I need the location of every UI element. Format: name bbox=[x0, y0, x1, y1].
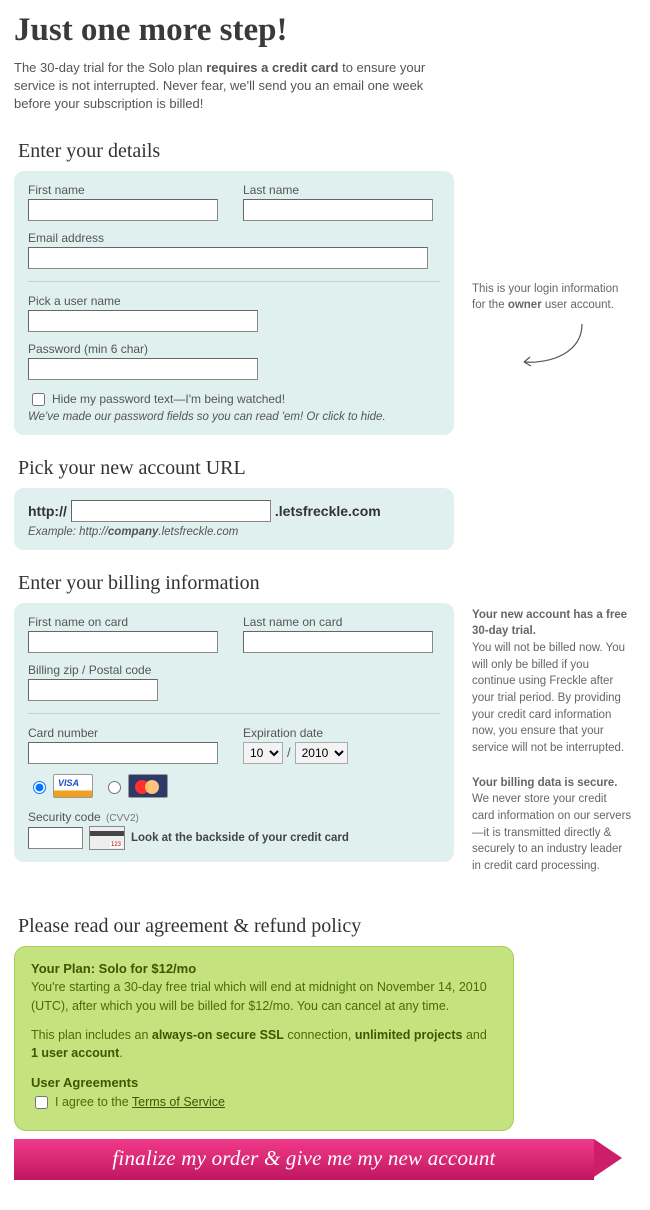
url-panel: http:// .letsfreckle.com Example: http:/… bbox=[14, 488, 454, 550]
divider bbox=[28, 281, 440, 282]
card-number-label: Card number bbox=[28, 726, 225, 740]
last-name-input[interactable] bbox=[243, 199, 433, 221]
expiration-label: Expiration date bbox=[243, 726, 440, 740]
url-suffix: .letsfreckle.com bbox=[275, 503, 381, 519]
divider bbox=[28, 713, 440, 714]
first-name-input[interactable] bbox=[28, 199, 218, 221]
details-sidebar: This is your login information for the o… bbox=[472, 171, 632, 372]
last-name-label: Last name bbox=[243, 183, 440, 197]
cvv-hint: Look at the backside of your credit card bbox=[131, 832, 349, 844]
security-code-label: Security code (CVV2) bbox=[28, 810, 440, 824]
exp-year-select[interactable]: 2010 bbox=[295, 742, 348, 764]
section-heading-url: Pick your new account URL bbox=[18, 457, 636, 480]
card-first-name-label: First name on card bbox=[28, 615, 225, 629]
username-input[interactable] bbox=[28, 310, 258, 332]
finalize-order-button[interactable]: finalize my order & give me my new accou… bbox=[14, 1139, 594, 1180]
billing-panel: First name on card Last name on card Bil… bbox=[14, 603, 454, 862]
arrow-icon bbox=[512, 322, 592, 372]
card-type-visa-radio[interactable] bbox=[33, 781, 46, 794]
page-title: Just one more step! bbox=[14, 12, 636, 49]
email-label: Email address bbox=[28, 231, 440, 245]
url-prefix: http:// bbox=[28, 503, 67, 519]
password-hint: We've made our password fields so you ca… bbox=[28, 411, 440, 423]
zip-label: Billing zip / Postal code bbox=[28, 663, 440, 677]
exp-month-select[interactable]: 10 bbox=[243, 742, 283, 764]
agree-tos-checkbox[interactable] bbox=[35, 1096, 48, 1109]
intro-paragraph: The 30-day trial for the Solo plan requi… bbox=[14, 59, 454, 114]
agreement-body-2: This plan includes an always-on secure S… bbox=[31, 1026, 497, 1064]
user-agreements-heading: User Agreements bbox=[31, 1073, 497, 1093]
plan-line: Your Plan: Solo for $12/mo bbox=[31, 959, 497, 979]
section-heading-agreement: Please read our agreement & refund polic… bbox=[18, 915, 636, 938]
card-back-icon bbox=[89, 826, 125, 850]
first-name-label: First name bbox=[28, 183, 225, 197]
password-input[interactable] bbox=[28, 358, 258, 380]
mastercard-icon bbox=[128, 774, 168, 798]
card-last-name-input[interactable] bbox=[243, 631, 433, 653]
hide-password-checkbox[interactable] bbox=[32, 393, 45, 406]
tos-link[interactable]: Terms of Service bbox=[132, 1095, 225, 1109]
username-label: Pick a user name bbox=[28, 294, 440, 308]
hide-password-label: Hide my password text—I'm being watched! bbox=[52, 392, 285, 406]
card-type-mastercard-radio[interactable] bbox=[108, 781, 121, 794]
account-url-input[interactable] bbox=[71, 500, 271, 522]
agreement-body-1: You're starting a 30-day free trial whic… bbox=[31, 978, 497, 1016]
card-first-name-input[interactable] bbox=[28, 631, 218, 653]
section-heading-billing: Enter your billing information bbox=[18, 572, 636, 595]
section-heading-details: Enter your details bbox=[18, 140, 636, 163]
details-panel: First name Last name Email address Pick … bbox=[14, 171, 454, 435]
email-input[interactable] bbox=[28, 247, 428, 269]
zip-input[interactable] bbox=[28, 679, 158, 701]
password-label: Password (min 6 char) bbox=[28, 342, 440, 356]
security-code-input[interactable] bbox=[28, 827, 83, 849]
card-last-name-label: Last name on card bbox=[243, 615, 440, 629]
visa-icon bbox=[53, 774, 93, 798]
card-number-input[interactable] bbox=[28, 742, 218, 764]
url-example: Example: http://company.letsfreckle.com bbox=[28, 526, 440, 538]
billing-sidebar: Your new account has a free 30-day trial… bbox=[472, 603, 632, 893]
agreement-panel: Your Plan: Solo for $12/mo You're starti… bbox=[14, 946, 514, 1131]
